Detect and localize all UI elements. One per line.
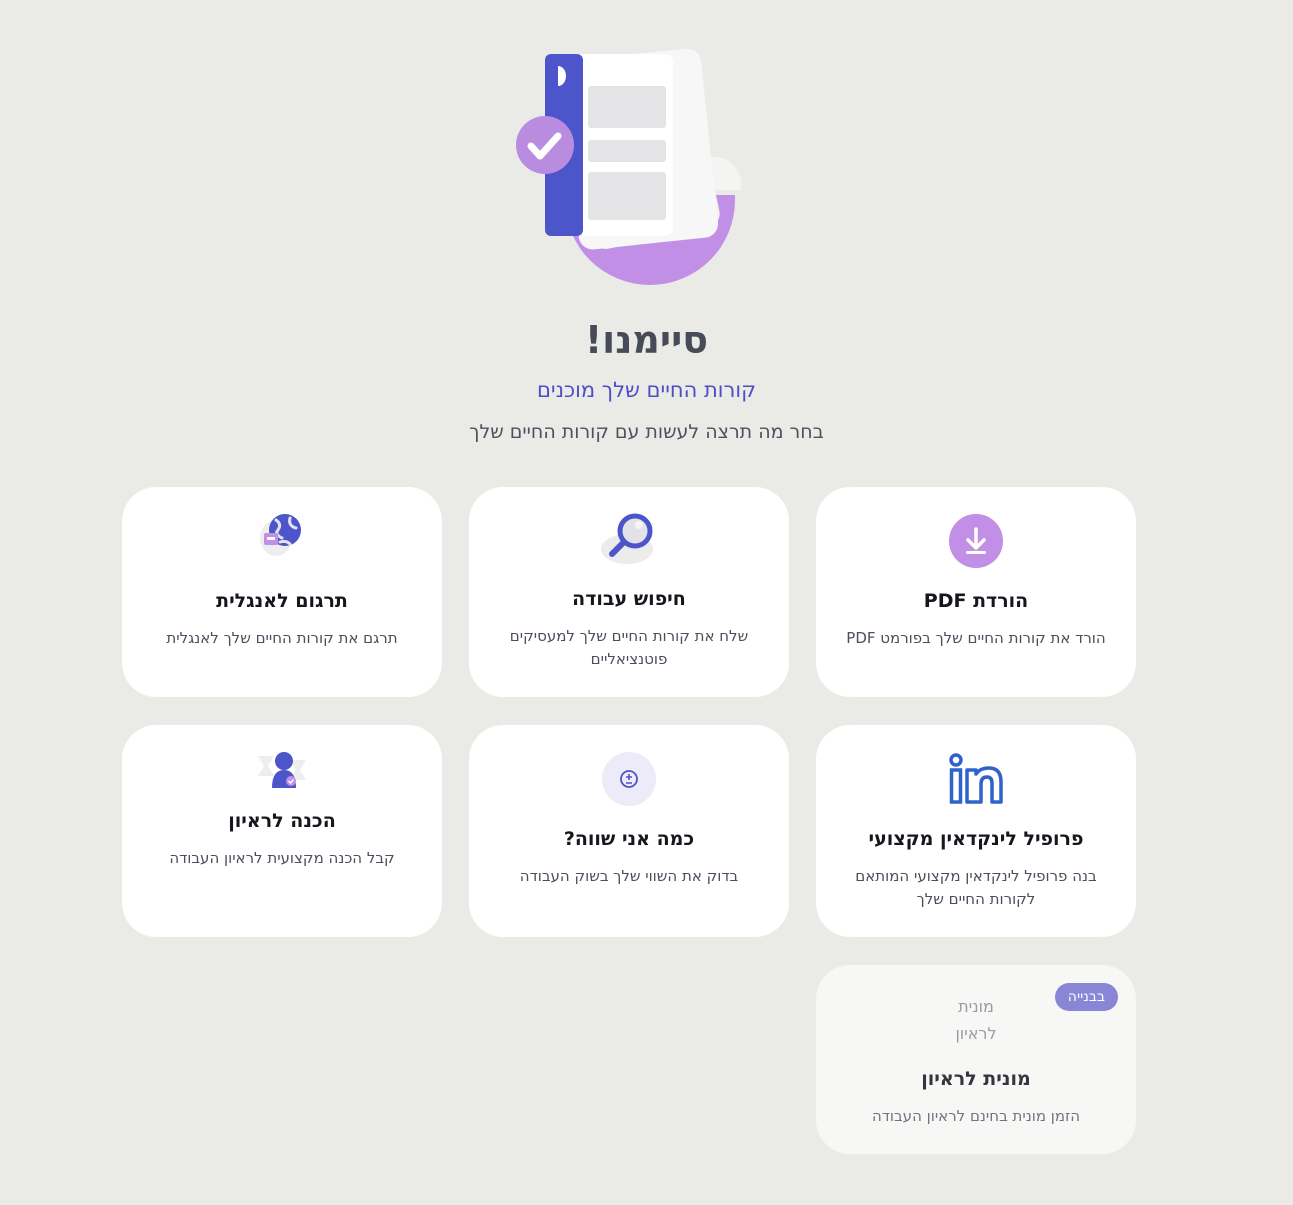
card-job-search[interactable]: חיפוש עבודה שלח את קורות החיים שלך למעסי… [469, 487, 789, 697]
card-title: הורדת PDF [923, 590, 1029, 612]
page-subtitle: קורות החיים שלך מוכנים [536, 378, 756, 402]
card-title: פרופיל לינקדאין מקצועי [868, 828, 1084, 850]
salary-icon [602, 752, 656, 810]
taxi-image-placeholder: מונית לראיון [816, 993, 1136, 1047]
card-pdf-download[interactable]: הורדת PDF הורד את קורות החיים שלך בפורמט… [816, 487, 1136, 697]
card-title: הכנה לראיון [228, 810, 336, 832]
download-icon [949, 514, 1003, 572]
page-description: בחר מה תרצה לעשות עם קורות החיים שלך [469, 421, 824, 443]
card-description: הזמן מונית בחינם לראיון העבודה [871, 1107, 1081, 1125]
globe-translate-icon [258, 512, 306, 564]
card-title: כמה אני שווה? [563, 828, 695, 850]
card-title: תרגום לאנגלית [216, 590, 348, 612]
card-description: קבל הכנה מקצועית לראיון העבודה [169, 849, 395, 867]
card-interview-taxi: בבנייה מונית לראיון מונית לראיון הזמן מו… [816, 965, 1136, 1154]
page-title: סיימנו! [584, 318, 709, 362]
card-translate-english[interactable]: תרגום לאנגלית תרגם את קורות החיים שלך לא… [122, 487, 442, 697]
card-description: שלח את קורות החיים שלך למעסיקים פוטנציאל… [509, 627, 749, 668]
card-title: חיפוש עבודה [572, 588, 686, 610]
card-salary-check[interactable]: כמה אני שווה? בדוק את השווי שלך בשוק העב… [469, 725, 789, 937]
card-description: הורד את קורות החיים שלך בפורמט PDF [846, 629, 1106, 647]
resume-done-illustration [500, 30, 760, 300]
card-linkedin-profile[interactable]: פרופיל לינקדאין מקצועי בנה פרופיל לינקדא… [816, 725, 1136, 937]
magnifier-icon [601, 513, 657, 571]
card-interview-prep[interactable]: הכנה לראיון קבל הכנה מקצועית לראיון העבו… [122, 725, 442, 937]
linkedin-icon [949, 753, 1003, 809]
taxi-image-alt-text: מונית לראיון [955, 997, 997, 1043]
interview-person-icon [254, 750, 310, 794]
card-description: בדוק את השווי שלך בשוק העבודה [519, 867, 739, 885]
card-description: תרגם את קורות החיים שלך לאנגלית [166, 629, 398, 647]
card-description: בנה פרופיל לינקדאין מקצועי המותאם לקורות… [855, 867, 1097, 908]
card-title: מונית לראיון [921, 1068, 1031, 1090]
